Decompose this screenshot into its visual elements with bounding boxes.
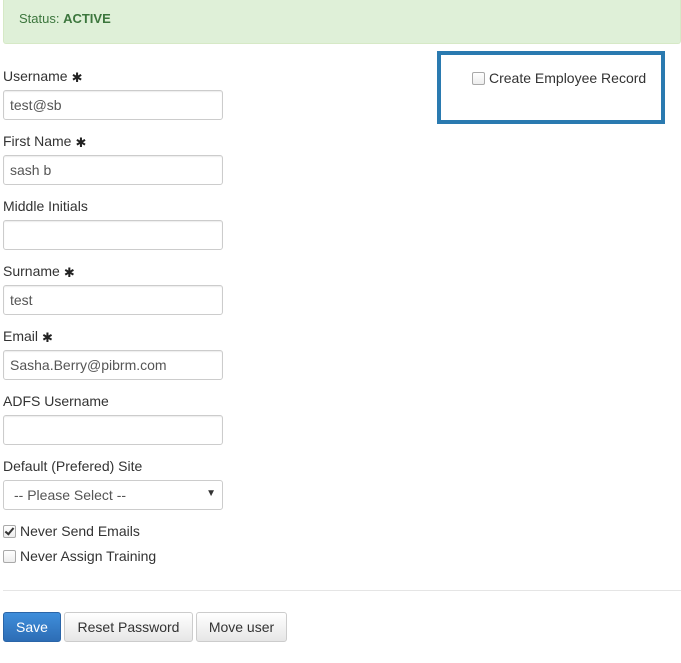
first-name-input[interactable] bbox=[3, 155, 223, 185]
never-assign-training-checkbox[interactable] bbox=[3, 550, 16, 563]
never-send-emails-row[interactable]: Never Send Emails bbox=[3, 523, 140, 539]
caret-down-icon: ▼ bbox=[206, 488, 216, 499]
email-label: Email ✱ bbox=[3, 328, 53, 346]
status-value: ACTIVE bbox=[63, 11, 111, 26]
surname-label: Surname ✱ bbox=[3, 263, 75, 281]
status-banner: Status: ACTIVE bbox=[3, 0, 681, 44]
create-employee-record-panel: Create Employee Record bbox=[437, 51, 665, 124]
default-site-selected: -- Please Select -- bbox=[14, 487, 127, 503]
save-button[interactable]: Save bbox=[3, 612, 61, 642]
reset-password-button[interactable]: Reset Password bbox=[64, 612, 193, 642]
email-input[interactable] bbox=[3, 350, 223, 380]
never-send-emails-checkbox[interactable] bbox=[3, 525, 16, 538]
username-label: Username ✱ bbox=[3, 68, 83, 86]
default-site-select[interactable]: -- Please Select -- ▼ bbox=[3, 480, 223, 510]
email-label-text: Email bbox=[3, 328, 39, 344]
never-assign-training-row[interactable]: Never Assign Training bbox=[3, 548, 156, 564]
create-employee-record-label: Create Employee Record bbox=[489, 70, 647, 86]
surname-input[interactable] bbox=[3, 285, 223, 315]
username-label-text: Username bbox=[3, 68, 68, 84]
status-text: Status: ACTIVE bbox=[19, 11, 111, 26]
adfs-username-input[interactable] bbox=[3, 415, 223, 445]
create-employee-record-row[interactable]: Create Employee Record bbox=[472, 70, 646, 86]
asterisk-icon: ✱ bbox=[63, 265, 75, 280]
adfs-username-label-text: ADFS Username bbox=[3, 393, 109, 409]
status-label: Status: bbox=[19, 11, 60, 26]
adfs-username-label: ADFS Username bbox=[3, 393, 109, 409]
asterisk-icon: ✱ bbox=[71, 70, 83, 85]
middle-initials-input[interactable] bbox=[3, 220, 223, 250]
first-name-label: First Name ✱ bbox=[3, 133, 86, 151]
never-send-emails-label: Never Send Emails bbox=[20, 523, 140, 539]
never-assign-training-label: Never Assign Training bbox=[20, 548, 157, 564]
asterisk-icon: ✱ bbox=[75, 135, 87, 150]
username-input[interactable] bbox=[3, 90, 223, 120]
default-site-label: Default (Prefered) Site bbox=[3, 458, 142, 474]
middle-initials-label: Middle Initials bbox=[3, 198, 88, 214]
move-user-button[interactable]: Move user bbox=[196, 612, 287, 642]
create-employee-record-checkbox[interactable] bbox=[472, 72, 485, 85]
form-divider bbox=[3, 590, 681, 591]
asterisk-icon: ✱ bbox=[42, 330, 53, 345]
middle-initials-label-text: Middle Initials bbox=[3, 198, 88, 214]
surname-label-text: Surname bbox=[3, 263, 60, 279]
first-name-label-text: First Name bbox=[3, 133, 72, 149]
default-site-label-text: Default (Prefered) Site bbox=[3, 458, 143, 474]
